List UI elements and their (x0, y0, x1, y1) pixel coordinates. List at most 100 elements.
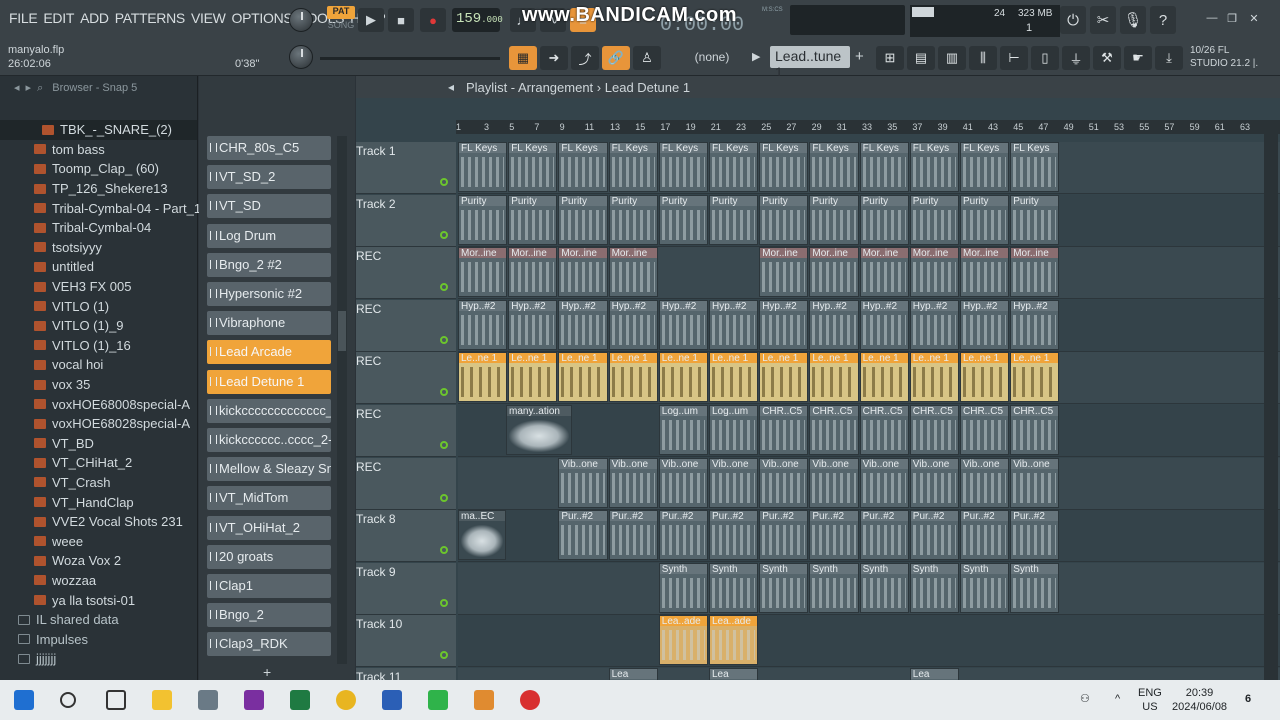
browser-file[interactable]: weee (0, 531, 197, 551)
pattern-clip[interactable]: Mor..ine (759, 247, 809, 298)
pattern-clip[interactable]: Le..ne 1 (508, 352, 558, 403)
link-button[interactable]: 🔗 (602, 46, 630, 70)
next-button[interactable]: ➜ (540, 46, 568, 70)
pattern-clip[interactable]: Pur..#2 (558, 510, 608, 561)
pattern-clip[interactable]: Synth (809, 562, 859, 613)
pattern-clip[interactable]: Pur..#2 (1010, 510, 1060, 561)
track-lane[interactable]: Purity Purity Purity Purity Purity Purity Puri… (458, 194, 1280, 247)
pattern-clip[interactable]: Pur..#2 (809, 510, 859, 561)
track-header[interactable]: Track 10 (356, 615, 456, 668)
pattern-clip[interactable]: Mor..ine (458, 247, 508, 298)
plugin-button[interactable]: ⏚ (1062, 46, 1090, 70)
pattern-clip[interactable]: Synth (759, 562, 809, 613)
green-app-icon[interactable] (428, 690, 448, 710)
pattern-clip[interactable]: CHR..C5 (909, 405, 959, 455)
browser-file[interactable]: TP_126_Shekere13 (0, 179, 197, 199)
pattern-clip[interactable]: FL Keys (709, 142, 759, 192)
pattern-clip[interactable]: Vib..one (960, 457, 1010, 508)
track-header[interactable]: REC (356, 457, 456, 510)
file-button[interactable]: ▯ (1031, 46, 1059, 70)
pattern-clip[interactable]: FL Keys (960, 142, 1010, 192)
pattern-clip[interactable]: Pur..#2 (859, 510, 909, 561)
clock[interactable]: 20:39 2024/06/08 (1172, 686, 1227, 714)
step-edit-button[interactable]: ⤴ (571, 46, 599, 70)
touch-button[interactable]: ☛ (1124, 46, 1152, 70)
pattern-clip[interactable]: Mor..ine (558, 247, 608, 298)
pattern-clip[interactable]: Hyp..#2 (709, 299, 759, 350)
channel-button[interactable]: Bngo_2 #2 (207, 252, 331, 277)
browser-file[interactable]: vox 35 (0, 375, 197, 395)
pattern-clip[interactable]: FL Keys (458, 142, 508, 192)
playlist-view-button[interactable]: ▦ (509, 46, 537, 70)
channel-button[interactable]: VT_MidTom (207, 486, 331, 511)
browser-folder[interactable]: jjjjjjj (0, 649, 197, 669)
track-header[interactable]: Track 1 (356, 142, 456, 194)
track-enable-icon[interactable] (440, 546, 448, 555)
track-enable-icon[interactable] (440, 178, 448, 186)
pattern-clip[interactable]: Vib..one (709, 457, 759, 508)
channel-button[interactable]: Lead Arcade (207, 340, 331, 365)
channel-rack-button[interactable]: ▥ (938, 46, 966, 70)
track-enable-icon[interactable] (440, 335, 448, 344)
pattern-clip[interactable]: CHR..C5 (759, 405, 809, 455)
pattern-clip[interactable]: Le..ne 1 (1010, 352, 1060, 403)
pattern-clip[interactable]: CHR..C5 (809, 405, 859, 455)
restore-button[interactable]: ❐ (1223, 12, 1241, 28)
pattern-clip[interactable]: Purity (1010, 194, 1060, 245)
download-button[interactable]: ⤓ (1155, 46, 1183, 70)
language-indicator[interactable]: ENG US (1138, 686, 1162, 714)
pattern-clip[interactable]: Lea..ade (709, 615, 759, 666)
pattern-clip[interactable]: FL Keys (658, 142, 708, 192)
pattern-clip[interactable]: Vib..one (1010, 457, 1060, 508)
close-window-button[interactable]: ✕ (1245, 12, 1263, 28)
people-icon[interactable]: ⚇ (1080, 692, 1090, 706)
word-icon[interactable] (382, 690, 402, 710)
browser-file[interactable]: TBK_-_SNARE_(2) (0, 120, 197, 140)
windows-start-icon[interactable] (14, 690, 34, 710)
piano-roll-button[interactable]: ▤ (907, 46, 935, 70)
channel-button[interactable]: Hypersonic #2 (207, 282, 331, 306)
help-button[interactable]: ? (1150, 6, 1176, 34)
channel-button[interactable]: Mellow & Sleazy Snare (207, 457, 331, 482)
notification-icon[interactable]: 6 (1245, 692, 1251, 706)
pattern-clip[interactable]: Synth (909, 562, 959, 613)
pattern-clip[interactable]: Le..ne 1 (608, 352, 658, 403)
tempo-display[interactable]: 159.000 (452, 8, 503, 32)
file-explorer-icon[interactable] (152, 690, 172, 710)
pattern-clip[interactable]: Purity (759, 194, 809, 245)
bandicam-icon[interactable] (520, 690, 540, 710)
pattern-clip[interactable]: Le..ne 1 (709, 352, 759, 403)
pattern-clip[interactable]: Mor..ine (809, 247, 859, 298)
pattern-clip[interactable]: FL Keys (909, 142, 959, 192)
pattern-clip[interactable]: Le..ne 1 (960, 352, 1010, 403)
track-enable-icon[interactable] (440, 283, 448, 292)
pattern-clip[interactable]: Pur..#2 (608, 510, 658, 561)
pattern-clip[interactable]: Mor..ine (508, 247, 558, 298)
pattern-clip[interactable]: Le..ne 1 (458, 352, 508, 403)
track-header[interactable]: Track 8 (356, 510, 456, 563)
track-enable-icon[interactable] (440, 441, 448, 449)
track-lane[interactable]: Hyp..#2 Hyp..#2 Hyp..#2 Hyp..#2 Hyp..#2 Hyp..… (458, 299, 1280, 352)
channel-button[interactable]: Lead Detune 1 (207, 369, 331, 394)
pattern-clip[interactable]: Pur..#2 (909, 510, 959, 561)
pattern-clip[interactable]: Synth (658, 562, 708, 613)
pattern-clip[interactable]: Purity (909, 194, 959, 245)
track-lane[interactable]: Lea..ade Lea..ade (458, 615, 1280, 668)
avast-icon[interactable] (336, 690, 356, 710)
channel-button[interactable]: Log Drum (207, 223, 331, 248)
fl-studio-icon[interactable] (474, 690, 494, 710)
channel-button[interactable]: VT_SD (207, 194, 331, 219)
pattern-clip[interactable]: Purity (859, 194, 909, 245)
pattern-clip[interactable]: FL Keys (508, 142, 558, 192)
channel-button[interactable]: Clap1 (207, 574, 331, 598)
pattern-clip[interactable]: Purity (608, 194, 658, 245)
fl-studio-info[interactable]: 10/26 FL STUDIO 21.2 |. (1190, 44, 1258, 70)
pattern-clip[interactable]: Hyp..#2 (909, 299, 959, 350)
minimize-button[interactable]: — (1203, 12, 1221, 28)
menu-options[interactable]: OPTIONS (229, 10, 296, 26)
track-enable-icon[interactable] (440, 651, 448, 660)
record-button[interactable]: ● (420, 8, 446, 32)
channel-button[interactable]: VT_SD_2 (207, 165, 331, 190)
menu-view[interactable]: VIEW (188, 10, 229, 26)
pattern-clip[interactable]: Le..ne 1 (558, 352, 608, 403)
